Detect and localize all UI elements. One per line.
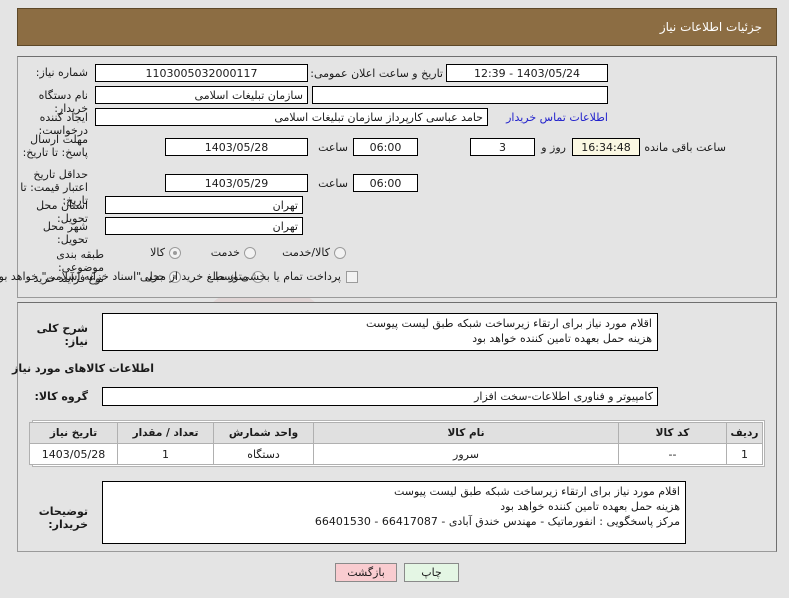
col-row: ردیف	[727, 422, 764, 444]
buyer-notes-label: توضیحات خریدار:	[39, 505, 89, 531]
creator-value[interactable]: حامد عباسی کارپرداز سازمان تبلیغات اسلام…	[96, 108, 489, 126]
table-row[interactable]: 1 -- سرور دستگاه 1 1403/05/28	[30, 443, 764, 465]
deadline-label: مهلت ارسال پاسخ: تا تاریخ:	[23, 133, 89, 159]
city-value[interactable]: تهران	[106, 217, 304, 235]
buyer-org-extra-field[interactable]	[313, 86, 609, 104]
radio-icon[interactable]	[170, 246, 182, 259]
deadline-hour[interactable]: 06:00	[354, 138, 419, 156]
category-option-goods-label: کالا	[151, 246, 166, 259]
remaining-days-value: 3	[471, 138, 536, 156]
category-option-goods-service[interactable]: کالا/خدمت	[283, 246, 347, 259]
table-header-row: ردیف کد کالا نام کالا واحد شمارش تعداد /…	[30, 422, 764, 444]
buyer-contact-link[interactable]: اطلاعات تماس خریدار	[507, 111, 609, 124]
cell-code: --	[619, 443, 728, 465]
buyer-org-value[interactable]: سازمان تبلیغات اسلامی	[96, 86, 309, 104]
category-option-goods-service-label: کالا/خدمت	[283, 246, 331, 259]
cell-row: 1	[727, 443, 764, 465]
cell-name: سرور	[314, 443, 620, 465]
description-label: شرح کلی نیاز:	[37, 322, 89, 348]
col-name: نام کالا	[314, 422, 620, 444]
deadline-hour-label: ساعت	[319, 141, 349, 154]
col-unit: واحد شمارش	[214, 422, 315, 444]
treasury-bond-checkbox-row[interactable]: پرداخت تمام یا بخشی از مبلغ خرید از محل …	[0, 270, 359, 283]
city-label: شهر محل تحویل:	[43, 220, 89, 246]
cell-qty: 1	[118, 443, 215, 465]
price-validity-date[interactable]: 1403/05/29	[166, 174, 309, 192]
goods-group-value[interactable]: کامپیوتر و فناوری اطلاعات-سخت افزار	[103, 387, 659, 406]
announce-label: تاریخ و ساعت اعلان عمومی:	[311, 67, 444, 80]
remaining-days-label: روز و	[542, 141, 567, 154]
page-title: جزئیات اطلاعات نیاز	[660, 20, 763, 34]
announce-value[interactable]: 1403/05/24 - 12:39	[447, 64, 609, 82]
goods-section-heading: اطلاعات کالاهای مورد نیاز	[13, 362, 155, 375]
buyer-notes-textarea[interactable]: اقلام مورد نیاز برای ارتقاء زیرساخت شبکه…	[103, 481, 687, 544]
col-need-date: تاریخ نیاز	[30, 422, 119, 444]
items-table: ردیف کد کالا نام کالا واحد شمارش تعداد /…	[30, 422, 764, 465]
countdown-label: ساعت باقی مانده	[645, 141, 727, 154]
province-value[interactable]: تهران	[106, 196, 304, 214]
print-button[interactable]: چاپ	[405, 563, 460, 582]
col-code: کد کالا	[619, 422, 728, 444]
radio-icon[interactable]	[335, 246, 347, 259]
radio-icon[interactable]	[245, 246, 257, 259]
cell-need-date: 1403/05/28	[30, 443, 119, 465]
category-option-service[interactable]: خدمت	[212, 246, 257, 259]
back-button[interactable]: بازگشت	[336, 563, 398, 582]
page-root: جزئیات اطلاعات نیاز شماره نیاز: 11030050…	[0, 0, 789, 598]
items-table-wrapper: ردیف کد کالا نام کالا واحد شمارش تعداد /…	[30, 420, 766, 467]
description-textarea[interactable]: اقلام مورد نیاز برای ارتقاء زیرساخت شبکه…	[103, 313, 659, 351]
col-qty: تعداد / مقدار	[118, 422, 215, 444]
category-option-service-label: خدمت	[211, 246, 241, 259]
cell-unit: دستگاه	[214, 443, 315, 465]
need-number-value[interactable]: 1103005032000117	[96, 64, 309, 82]
checkbox-icon[interactable]	[347, 270, 359, 283]
treasury-bond-label: پرداخت تمام یا بخشی از مبلغ خرید از محل …	[0, 270, 342, 283]
price-validity-hour-label: ساعت	[319, 177, 349, 190]
price-validity-hour[interactable]: 06:00	[354, 174, 419, 192]
need-number-label: شماره نیاز:	[36, 66, 89, 79]
category-option-goods[interactable]: کالا	[151, 246, 182, 259]
goods-group-label: گروه کالا:	[35, 390, 89, 403]
page-header: جزئیات اطلاعات نیاز	[18, 8, 778, 46]
countdown-value: 16:34:48	[573, 138, 641, 156]
deadline-date[interactable]: 1403/05/28	[166, 138, 309, 156]
